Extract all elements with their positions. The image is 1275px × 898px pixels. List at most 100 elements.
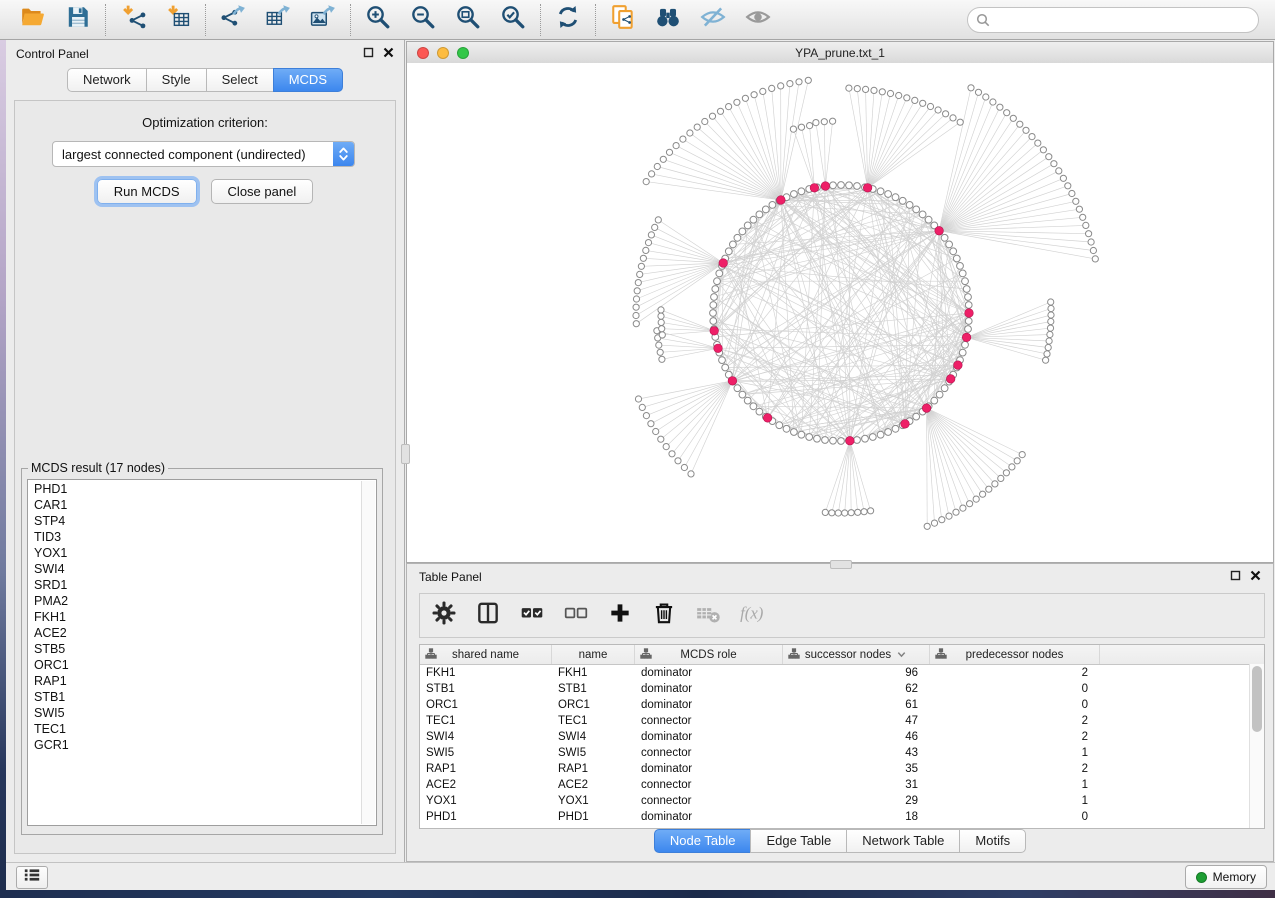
zoom-in-button[interactable] — [364, 6, 392, 34]
open-file-button[interactable] — [19, 6, 47, 34]
zoom-fit-button[interactable] — [454, 6, 482, 34]
tab-style[interactable]: Style — [146, 68, 207, 92]
tab-select[interactable]: Select — [206, 68, 274, 92]
mcds-result-item[interactable]: PHD1 — [34, 481, 361, 497]
close-icon[interactable] — [383, 47, 394, 61]
network-canvas[interactable] — [407, 63, 1273, 562]
trash-icon — [651, 600, 677, 631]
show-hide-columns-button[interactable] — [476, 604, 500, 628]
mcds-result-item[interactable]: GCR1 — [34, 737, 361, 753]
cell-successor_nodes: 35 — [783, 763, 930, 775]
shared-column-icon — [640, 648, 652, 660]
mcds-result-item[interactable]: ACE2 — [34, 625, 361, 641]
network-window: YPA_prune.txt_1 — [406, 41, 1274, 563]
table-scrollbar-thumb[interactable] — [1252, 666, 1262, 732]
memory-button[interactable]: Memory — [1185, 865, 1267, 889]
run-mcds-button[interactable]: Run MCDS — [97, 179, 197, 204]
mcds-result-item[interactable]: YOX1 — [34, 545, 361, 561]
mcds-result-item[interactable]: SRD1 — [34, 577, 361, 593]
import-table-button[interactable] — [164, 6, 192, 34]
close-panel-button[interactable]: Close panel — [211, 179, 314, 204]
table-scrollbar[interactable] — [1249, 664, 1264, 828]
zoom-out-button[interactable] — [409, 6, 437, 34]
table-row[interactable]: YOX1YOX1connector291 — [420, 793, 1264, 809]
toolbar-group — [541, 6, 595, 34]
clone-network-button[interactable] — [609, 6, 637, 34]
tab-edge-table[interactable]: Edge Table — [750, 829, 847, 853]
delete-column-button[interactable] — [652, 604, 676, 628]
cell-shared_name: FKH1 — [420, 667, 552, 679]
sort-chevron-down-icon[interactable] — [896, 649, 907, 660]
mcds-list-scrollbar[interactable] — [361, 481, 375, 824]
import-network-button[interactable] — [119, 6, 147, 34]
table-row[interactable]: TEC1TEC1connector472 — [420, 713, 1264, 729]
function-builder-button: f(x) — [740, 604, 764, 628]
export-table-button[interactable] — [264, 6, 292, 34]
select-all-rows-button[interactable] — [520, 604, 544, 628]
mcds-result-item[interactable]: PMA2 — [34, 593, 361, 609]
export-image-button[interactable] — [309, 6, 337, 34]
column-header-predecessor-nodes[interactable]: predecessor nodes — [930, 645, 1100, 664]
add-column-button[interactable] — [608, 604, 632, 628]
table-body: FKH1FKH1dominator962STB1STB1dominator620… — [420, 665, 1264, 825]
table-row[interactable]: SWI4SWI4dominator462 — [420, 729, 1264, 745]
show-all-button[interactable] — [744, 6, 772, 34]
criterion-dropdown[interactable]: largest connected component (undirected) — [52, 141, 355, 167]
table-row[interactable]: RAP1RAP1dominator352 — [420, 761, 1264, 777]
mcds-result-item[interactable]: FKH1 — [34, 609, 361, 625]
cell-successor_nodes: 61 — [783, 699, 930, 711]
vertical-splitter-handle[interactable] — [401, 444, 410, 464]
hide-selected-button[interactable] — [699, 6, 727, 34]
column-header-successor-nodes[interactable]: successor nodes — [783, 645, 930, 664]
column-header-shared-name[interactable]: shared name — [420, 645, 552, 664]
mcds-result-item[interactable]: SWI4 — [34, 561, 361, 577]
cell-shared_name: STB1 — [420, 683, 552, 695]
zoom-in-icon — [365, 4, 391, 35]
tab-network-table[interactable]: Network Table — [846, 829, 960, 853]
column-header-name[interactable]: name — [552, 645, 635, 664]
network-window-titlebar[interactable]: YPA_prune.txt_1 — [407, 42, 1273, 64]
horizontal-splitter-handle[interactable] — [830, 560, 852, 569]
mcds-result-item[interactable]: TEC1 — [34, 721, 361, 737]
search-input[interactable] — [967, 7, 1259, 33]
table-row[interactable]: ORC1ORC1dominator610 — [420, 697, 1264, 713]
table-row[interactable]: STB1STB1dominator620 — [420, 681, 1264, 697]
memory-button-label: Memory — [1213, 870, 1256, 884]
cell-name: SWI5 — [552, 747, 635, 759]
deselect-all-rows-button[interactable] — [564, 604, 588, 628]
tab-node-table[interactable]: Node Table — [654, 829, 752, 853]
first-neighbors-button[interactable] — [654, 6, 682, 34]
mcds-result-item[interactable]: SWI5 — [34, 705, 361, 721]
column-header-mcds-role[interactable]: MCDS role — [635, 645, 783, 664]
table-settings-button[interactable] — [432, 604, 456, 628]
task-history-button[interactable] — [16, 866, 48, 889]
mcds-result-item[interactable]: STB5 — [34, 641, 361, 657]
table-row[interactable]: FKH1FKH1dominator962 — [420, 665, 1264, 681]
zoom-selected-button[interactable] — [499, 6, 527, 34]
table-row[interactable]: ACE2ACE2connector311 — [420, 777, 1264, 793]
tab-motifs[interactable]: Motifs — [959, 829, 1026, 853]
toolbar-group — [106, 6, 205, 34]
float-window-icon[interactable] — [1230, 570, 1241, 584]
eye-icon — [745, 4, 771, 35]
table-row[interactable]: SWI5SWI5connector431 — [420, 745, 1264, 761]
export-network-button[interactable] — [219, 6, 247, 34]
mcds-result-item[interactable]: ORC1 — [34, 657, 361, 673]
mcds-result-item[interactable]: STP4 — [34, 513, 361, 529]
table-row[interactable]: PHD1PHD1dominator180 — [420, 809, 1264, 825]
export-network-icon — [220, 4, 246, 35]
save-session-button[interactable] — [64, 6, 92, 34]
float-window-icon[interactable] — [363, 47, 374, 61]
mcds-result-item[interactable]: RAP1 — [34, 673, 361, 689]
refresh-view-button[interactable] — [554, 6, 582, 34]
mcds-result-item[interactable]: TID3 — [34, 529, 361, 545]
import-table-icon — [165, 4, 191, 35]
mcds-result-item[interactable]: STB1 — [34, 689, 361, 705]
close-icon[interactable] — [1250, 570, 1261, 584]
tab-network[interactable]: Network — [67, 68, 147, 92]
application-window: Control Panel NetworkStyleSelectMCDS Opt… — [0, 0, 1275, 898]
status-bar: Memory — [6, 862, 1275, 890]
mcds-result-item[interactable]: CAR1 — [34, 497, 361, 513]
eye-slash-icon — [700, 4, 726, 35]
tab-mcds[interactable]: MCDS — [273, 68, 343, 92]
